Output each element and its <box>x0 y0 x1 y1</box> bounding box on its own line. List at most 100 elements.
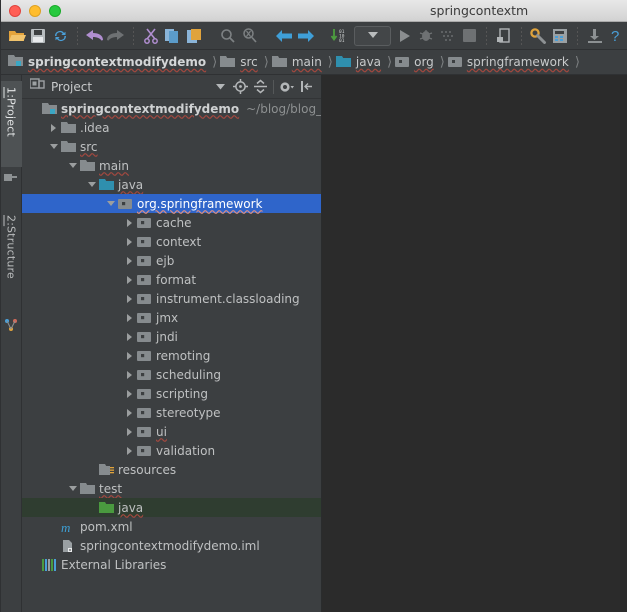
project-icon <box>4 171 18 185</box>
tree-row[interactable]: .idea <box>22 118 321 137</box>
chevron-down-icon[interactable] <box>85 175 98 194</box>
tree-row[interactable]: scripting <box>22 384 321 403</box>
breadcrumb-item-project[interactable]: springcontextmodifydemo ⟩ <box>8 50 220 74</box>
tree-row[interactable]: scheduling <box>22 365 321 384</box>
tree-row[interactable]: m pom.xml <box>22 517 321 536</box>
tree-row[interactable]: springcontextmodifydemo.iml <box>22 536 321 555</box>
collapse-all-icon[interactable] <box>250 77 270 97</box>
chevron-right-icon[interactable] <box>123 232 136 251</box>
chevron-down-icon[interactable] <box>47 137 60 156</box>
tree-row[interactable]: format <box>22 270 321 289</box>
undo-icon[interactable] <box>84 24 106 48</box>
paste-icon[interactable] <box>183 24 205 48</box>
breadcrumb-item-org[interactable]: org ⟩ <box>395 50 448 74</box>
stop-icon[interactable] <box>459 24 481 48</box>
redo-icon[interactable] <box>105 24 127 48</box>
chevron-down-icon[interactable] <box>66 156 79 175</box>
chevron-down-icon[interactable] <box>104 194 117 213</box>
editor-area[interactable] <box>322 75 627 612</box>
chevron-right-icon[interactable] <box>47 118 60 137</box>
chevron-right-icon[interactable] <box>123 270 136 289</box>
chevron-down-icon[interactable] <box>66 479 79 498</box>
forward-arrow-icon[interactable] <box>295 24 317 48</box>
find-icon[interactable] <box>217 24 239 48</box>
tree-row-label: .idea <box>80 120 110 135</box>
tree-row[interactable]: remoting <box>22 346 321 365</box>
project-view-icon <box>29 77 45 96</box>
tree-row[interactable]: cache <box>22 213 321 232</box>
tree-row[interactable]: jndi <box>22 327 321 346</box>
update-app-icon[interactable] <box>493 24 515 48</box>
tree-row[interactable]: java <box>22 498 321 517</box>
chevron-right-icon[interactable] <box>123 308 136 327</box>
settings-gear-icon[interactable] <box>277 77 297 97</box>
main-toolbar: 01 10 01 ? <box>0 22 627 50</box>
chevron-right-icon[interactable] <box>123 403 136 422</box>
chevron-right-icon[interactable] <box>123 422 136 441</box>
tree-row[interactable]: jmx <box>22 308 321 327</box>
breadcrumb-item-src[interactable]: src ⟩ <box>220 50 272 74</box>
tree-row[interactable]: src <box>22 137 321 156</box>
compile-icon[interactable]: 01 10 01 <box>329 24 351 48</box>
tree-row[interactable]: instrument.classloading <box>22 289 321 308</box>
tree-row[interactable]: springcontextmodifydemo ~/blog/blog_c <box>22 99 321 118</box>
chevron-right-icon: ⟩ <box>574 54 580 70</box>
chevron-right-icon[interactable] <box>123 213 136 232</box>
project-panel-title: Project <box>51 79 93 94</box>
chevron-right-icon[interactable] <box>123 441 136 460</box>
back-arrow-icon[interactable] <box>273 24 295 48</box>
maven-pom-icon: m <box>60 519 76 535</box>
toolbar-separator <box>266 26 268 45</box>
chevron-right-icon[interactable] <box>123 365 136 384</box>
debug-icon[interactable] <box>416 24 438 48</box>
sidebar-item-structure[interactable]: 2: Structure <box>0 209 22 313</box>
chevron-right-icon[interactable] <box>123 289 136 308</box>
toolbar-separator <box>210 26 212 45</box>
view-mode-chevron-icon[interactable] <box>210 77 230 97</box>
tree-row-label: cache <box>156 215 192 230</box>
hide-panel-icon[interactable] <box>297 77 317 97</box>
help-icon[interactable]: ? <box>605 24 627 48</box>
chevron-right-icon[interactable] <box>123 384 136 403</box>
chevron-right-icon[interactable] <box>123 327 136 346</box>
tree-row-label: resources <box>118 462 177 477</box>
tree-row[interactable]: validation <box>22 441 321 460</box>
run-icon[interactable] <box>394 24 416 48</box>
breadcrumb-item-main[interactable]: main ⟩ <box>271 50 336 74</box>
save-all-icon[interactable] <box>28 24 50 48</box>
tool-tab-number: 2: <box>4 215 18 227</box>
chevron-right-icon[interactable] <box>123 251 136 270</box>
copy-icon[interactable] <box>161 24 183 48</box>
breadcrumb-item-springframework[interactable]: springframework ⟩ <box>447 50 583 74</box>
sidebar-item-project[interactable]: 1: Project <box>0 81 22 167</box>
test-source-folder-icon <box>98 500 114 516</box>
breadcrumb-item-java[interactable]: java ⟩ <box>335 50 395 74</box>
toolbar-separator <box>76 26 78 45</box>
tree-row[interactable]: context <box>22 232 321 251</box>
project-module-icon <box>41 101 57 117</box>
tree-row[interactable]: External Libraries <box>22 555 321 574</box>
tree-row[interactable]: ui <box>22 422 321 441</box>
cut-icon[interactable] <box>140 24 162 48</box>
tree-row[interactable]: java <box>22 175 321 194</box>
tree-row[interactable]: stereotype <box>22 403 321 422</box>
sdk-icon[interactable] <box>584 24 606 48</box>
coverage-icon[interactable] <box>437 24 459 48</box>
project-tree[interactable]: springcontextmodifydemo ~/blog/blog_c .ide… <box>22 99 321 612</box>
tree-row[interactable]: ejb <box>22 251 321 270</box>
project-structure-icon[interactable] <box>549 24 571 48</box>
open-folder-icon[interactable] <box>6 24 28 48</box>
settings-icon[interactable] <box>528 24 550 48</box>
tree-row[interactable]: test <box>22 479 321 498</box>
tree-row[interactable]: main <box>22 156 321 175</box>
scroll-from-source-icon[interactable] <box>230 77 250 97</box>
sync-refresh-icon[interactable] <box>49 24 71 48</box>
replace-icon[interactable] <box>239 24 261 48</box>
run-configuration-dropdown[interactable] <box>354 25 391 46</box>
tree-row[interactable]: org.springframework <box>22 194 321 213</box>
chevron-right-icon[interactable] <box>123 346 136 365</box>
tree-row[interactable]: resources <box>22 460 321 479</box>
